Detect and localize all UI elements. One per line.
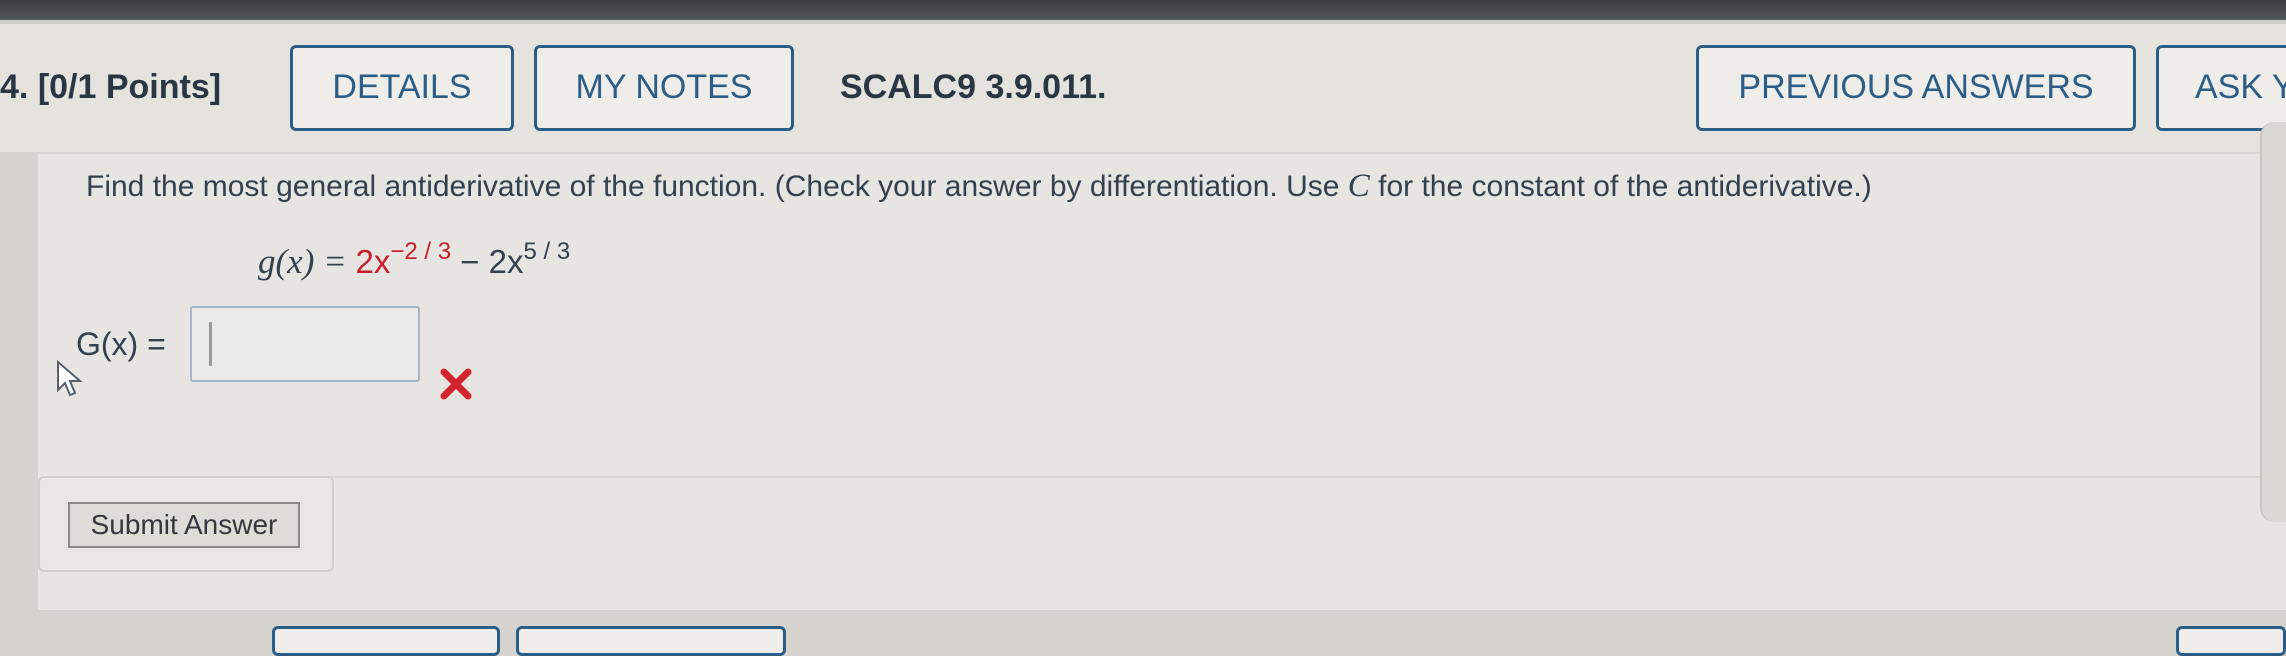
answer-input[interactable] [190, 306, 420, 382]
next-item-button-partial-2[interactable] [516, 626, 786, 656]
function-equation: g(x) = 2x−2 / 3 − 2x5 / 3 [258, 238, 570, 282]
ask-label: ASK Y [2195, 68, 2286, 106]
ask-teacher-button[interactable]: ASK Y [2156, 45, 2286, 131]
next-item-button-partial-3[interactable] [2176, 626, 2286, 656]
submit-answer-button[interactable]: Submit Answer [68, 502, 300, 548]
equation-term2-exponent: 5 / 3 [523, 238, 571, 265]
browser-top-bar [0, 0, 2286, 22]
answer-label: G(x) = [76, 326, 166, 362]
text-caret [209, 322, 212, 366]
my-notes-button[interactable]: MY NOTES [534, 45, 794, 131]
scrollbar[interactable] [2260, 122, 2286, 522]
points-label: [0/1 Points] [37, 68, 222, 106]
previous-answers-button[interactable]: PREVIOUS ANSWERS [1696, 45, 2136, 131]
red-x-icon [440, 368, 472, 400]
equation-lhs: g(x) = [258, 242, 356, 281]
details-label: DETAILS [332, 68, 472, 106]
equation-term2: − 2x [451, 243, 524, 280]
equation-term1: 2x [355, 243, 391, 280]
mouse-pointer-icon [57, 359, 83, 397]
question-number-points: 4. [0/1 Points] [0, 68, 221, 107]
prompt-text-before: Find the most general antiderivative of … [86, 170, 1348, 203]
footer-divider [330, 476, 2260, 478]
prompt-text-after: for the constant of the antiderivative.) [1369, 170, 1872, 203]
previous-answers-label: PREVIOUS ANSWERS [1738, 68, 2094, 106]
prompt-constant-var: C [1347, 168, 1370, 204]
question-prompt: Find the most general antiderivative of … [86, 168, 1872, 205]
problem-code: SCALC9 3.9.011. [840, 68, 1107, 106]
question-number: 4. [0, 68, 29, 106]
my-notes-label: MY NOTES [575, 68, 753, 106]
details-button[interactable]: DETAILS [290, 45, 514, 131]
next-item-button-partial[interactable] [272, 626, 500, 656]
equation-term1-exponent: −2 / 3 [390, 238, 452, 265]
